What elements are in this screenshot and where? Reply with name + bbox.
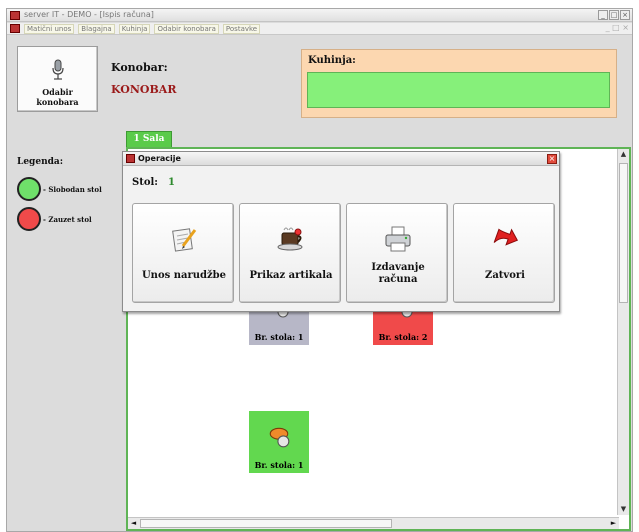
table-icon [269, 427, 290, 448]
issue-receipt-button[interactable]: Izdavanje računa [346, 203, 448, 303]
coffee-icon [277, 227, 303, 251]
dialog-close-icon[interactable]: × [547, 154, 557, 164]
menu-app-icon [10, 24, 20, 33]
horizontal-scroll-thumb[interactable] [140, 519, 392, 528]
show-items-button[interactable]: Prikaz artikala [239, 203, 341, 303]
waiter-label: Konobar: [111, 61, 168, 74]
menu-item-odabir-konobara[interactable]: Odabir konobara [154, 24, 219, 34]
menu-item-blagajna[interactable]: Blagajna [78, 24, 115, 34]
table-label: Br. stola: 1 [254, 460, 304, 470]
vertical-scroll-thumb[interactable] [619, 163, 628, 303]
close-arrow-icon [493, 228, 519, 246]
scroll-right-icon[interactable]: ► [609, 519, 618, 528]
table-tile-3[interactable]: Br. stola: 1 [249, 411, 309, 473]
legend-title: Legenda: [17, 157, 64, 167]
horizontal-scrollbar[interactable]: ◄ ► [128, 517, 619, 529]
order-entry-label: Unos narudžbe [141, 270, 227, 281]
legend-free: - Slobodan stol [17, 177, 102, 201]
occupied-table-dot-icon [17, 207, 41, 231]
app-window: server IT - DEMO - [Ispis računa] _ □ × … [6, 8, 633, 532]
menu-item-postavke[interactable]: Postavke [222, 24, 261, 34]
order-entry-button[interactable]: Unos narudžbe [132, 203, 234, 303]
kitchen-panel: Kuhinja: [301, 49, 617, 118]
table-number-value: 1 [168, 177, 175, 188]
close-window-button[interactable]: × [620, 10, 630, 20]
scroll-up-icon[interactable]: ▲ [619, 150, 628, 159]
tab-sala-1[interactable]: 1 Sala [126, 131, 172, 147]
legend-occupied-text: - Zauzet stol [43, 214, 92, 224]
vertical-scrollbar[interactable]: ▲ ▼ [617, 149, 629, 515]
close-dialog-label: Zatvori [485, 270, 525, 281]
microphone-icon [52, 59, 64, 80]
legend-free-text: - Slobodan stol [43, 184, 102, 194]
issue-receipt-label-1: Izdavanje [371, 262, 425, 273]
app-icon [10, 11, 20, 20]
window-title: server IT - DEMO - [Ispis računa] [24, 10, 154, 19]
dialog-app-icon [126, 154, 135, 163]
dialog-title-bar[interactable]: Operacije × [123, 152, 559, 166]
issue-receipt-label-2: računa [378, 274, 418, 285]
menu-item-kuhinja[interactable]: Kuhinja [118, 24, 151, 34]
minimize-button[interactable]: _ [598, 10, 608, 20]
waiter-name: KONOBAR [111, 83, 177, 96]
select-waiter-button[interactable]: Odabir konobara [17, 46, 98, 112]
kitchen-orders-bar[interactable] [307, 72, 610, 108]
mdi-window-controls[interactable]: _ □ × [606, 23, 629, 32]
menu-bar: Matični unos Blagajna Kuhinja Odabir kon… [7, 23, 632, 35]
title-bar: server IT - DEMO - [Ispis računa] _ □ × [7, 9, 632, 22]
free-table-dot-icon [17, 177, 41, 201]
printer-icon [385, 226, 411, 252]
dialog-title: Operacije [138, 154, 181, 163]
legend-occupied: - Zauzet stol [17, 207, 92, 231]
select-waiter-label-2: konobara [36, 97, 79, 107]
scroll-left-icon[interactable]: ◄ [129, 519, 138, 528]
show-items-label: Prikaz artikala [249, 270, 333, 281]
maximize-button[interactable]: □ [609, 10, 619, 20]
order-entry-icon [172, 228, 197, 252]
table-label: Br. stola: 2 [378, 332, 428, 342]
table-number-label: Stol: [132, 177, 159, 188]
table-label: Br. stola: 1 [254, 332, 304, 342]
operations-dialog: Operacije × Stol: 1 Unos narudžbe Prikaz… [122, 151, 560, 312]
menu-item-maticni-unos[interactable]: Matični unos [24, 24, 75, 34]
scroll-down-icon[interactable]: ▼ [619, 505, 628, 514]
close-dialog-button[interactable]: Zatvori [453, 203, 555, 303]
select-waiter-label-1: Odabir [42, 87, 73, 97]
kitchen-label: Kuhinja: [308, 55, 356, 66]
